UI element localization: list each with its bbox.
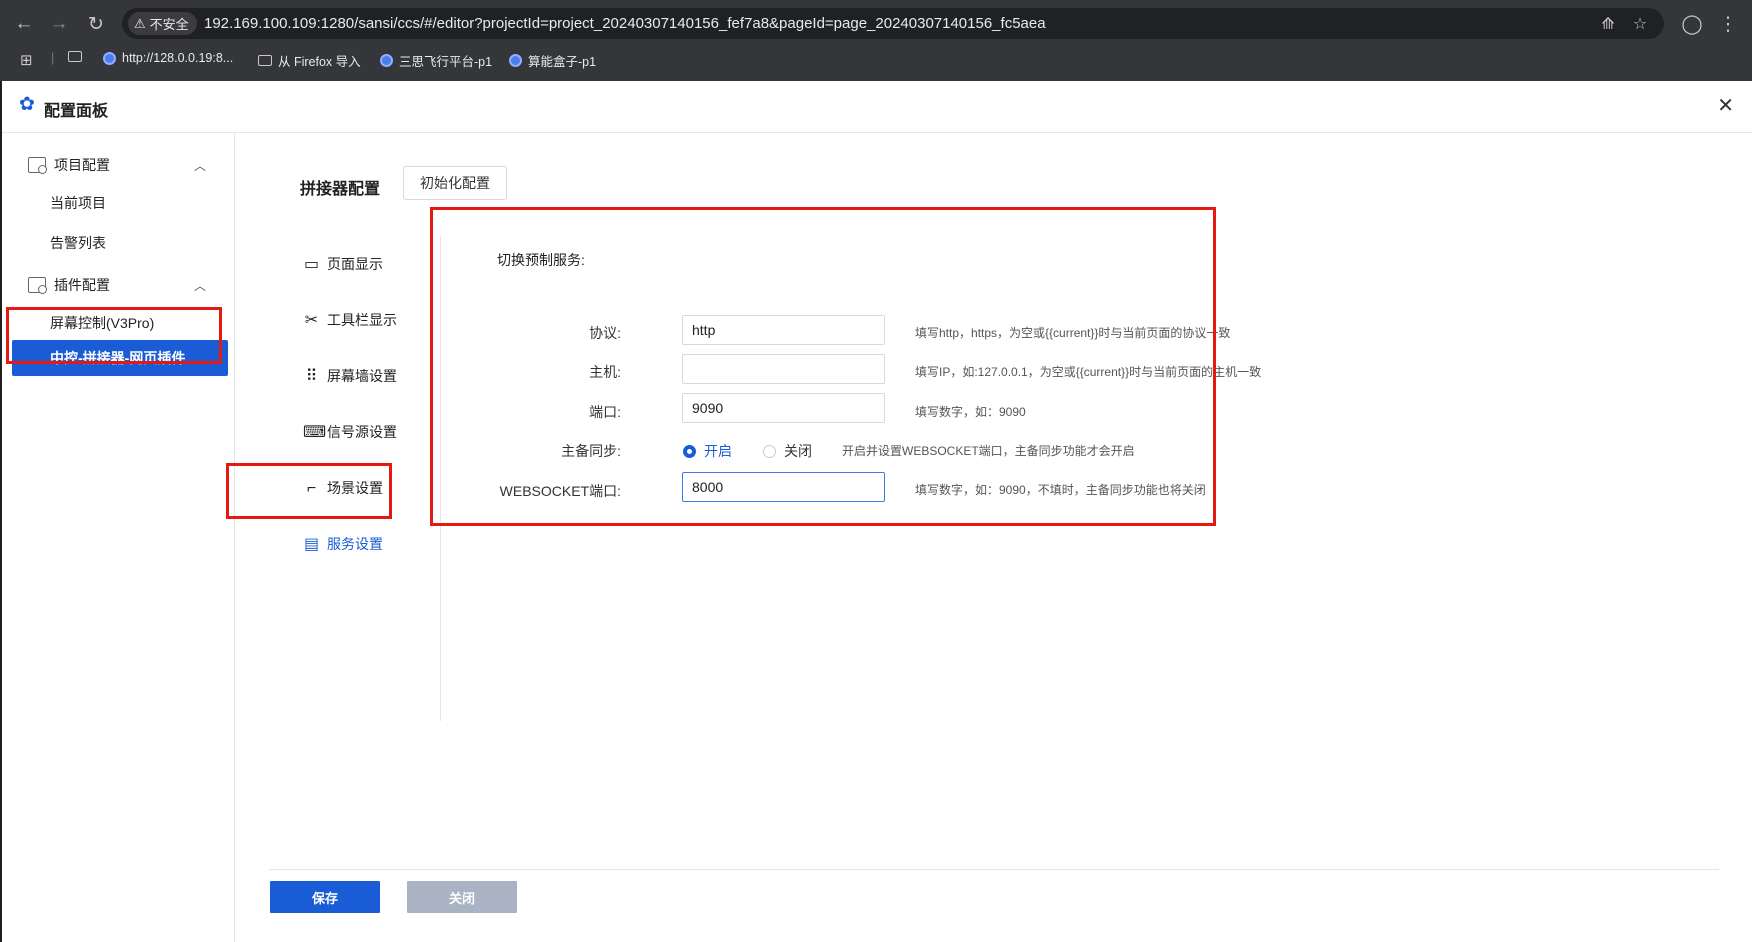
footer-divider [269, 869, 1719, 870]
sync-on-radio[interactable]: 开启 [683, 441, 732, 461]
sidebar: 项目配置 ︿ 当前项目 告警列表 插件配置 ︿ 屏幕控制(V3Pro) 中控-拼… [2, 133, 235, 942]
port-label: 端口: [589, 404, 621, 420]
config-dialog: ✿ 配置面板 ✕ 项目配置 ︿ 当前项目 告警列表 插件配置 ︿ 屏幕控制(V3… [2, 81, 1752, 942]
tools-icon: ✂ [304, 311, 319, 329]
close-icon[interactable]: ✕ [1717, 93, 1734, 118]
websocket-hint: 填写数字，如：9090，不填时，主备同步功能也将关闭 [915, 483, 1206, 497]
main-panel: 拼接器配置 初始化配置 ▭ 页面显示 ✂ 工具栏显示 ⠿ 屏幕墙设置 ⌨ 信号源… [235, 133, 1752, 942]
protocol-input[interactable] [682, 315, 885, 345]
section-title: 拼接器配置 [300, 181, 381, 198]
websocket-label: WEBSOCKET端口: [499, 483, 621, 499]
monitor-icon: ▭ [303, 255, 320, 273]
dialog-title: 配置面板 [44, 103, 109, 120]
folder-icon [258, 55, 272, 66]
tab-scene[interactable]: ⌐ 场景设置 [303, 478, 383, 498]
tab-signal-source[interactable]: ⌨ 信号源设置 [303, 422, 397, 442]
settings-window-icon [28, 157, 47, 174]
sync-hint: 开启并设置WEBSOCKET端口，主备同步功能才会开启 [842, 444, 1135, 458]
form-heading: 切换预制服务: [497, 252, 585, 268]
server-icon: ▤ [303, 535, 320, 553]
host-hint: 填写IP，如:127.0.0.1，为空或{{current}}时与当前页面的主机… [915, 365, 1262, 379]
tab-toolbar-display[interactable]: ✂ 工具栏显示 [303, 310, 397, 330]
radio-checked-icon [683, 444, 696, 458]
protocol-label: 协议: [589, 325, 621, 341]
bookmark-separator: | [51, 51, 55, 65]
reload-icon[interactable]: ↻ [82, 10, 110, 38]
bookmark-3[interactable]: 三思飞行平台-p1 [380, 51, 492, 70]
host-label: 主机: [589, 364, 621, 380]
sidebar-group-project[interactable]: 项目配置 [28, 155, 110, 175]
browser-chrome: ← → ↻ ⚠ 不安全 192.169.100.109:1280/sansi/c… [0, 0, 1752, 81]
bookmark-folder-icon[interactable] [68, 51, 82, 62]
tab-service[interactable]: ▤ 服务设置 [303, 534, 383, 554]
websocket-port-input[interactable] [682, 472, 885, 502]
sidebar-group-label: 项目配置 [54, 157, 110, 173]
apps-grid-icon[interactable]: ⊞ [20, 51, 33, 69]
chevron-up-icon[interactable]: ︿ [194, 157, 206, 174]
host-input[interactable] [682, 354, 885, 384]
sync-label: 主备同步: [561, 443, 621, 459]
sidebar-item-current-project[interactable]: 当前项目 [50, 193, 106, 213]
forward-icon[interactable]: → [45, 10, 73, 38]
translate-icon[interactable]: ⟰ [1596, 12, 1620, 36]
sidebar-group-label: 插件配置 [54, 277, 110, 293]
divider [440, 236, 441, 721]
sidebar-item-splicer-plugin[interactable]: 中控-拼接器-网页插件 [12, 340, 228, 376]
port-input[interactable] [682, 393, 885, 423]
settings-window-icon [28, 277, 47, 294]
back-icon[interactable]: ← [10, 10, 38, 38]
globe-icon [509, 54, 522, 67]
gear-icon: ✿ [19, 94, 35, 115]
globe-icon [380, 54, 393, 67]
close-button[interactable]: 关闭 [407, 881, 517, 913]
init-config-button[interactable]: 初始化配置 [403, 166, 507, 200]
insecure-label: 不安全 [149, 17, 189, 32]
profile-icon[interactable]: ◯ [1678, 10, 1706, 38]
bookmark-1[interactable]: http://128.0.0.19:8... [103, 51, 233, 65]
star-icon[interactable]: ☆ [1628, 12, 1652, 36]
dialog-header: ✿ 配置面板 ✕ [2, 81, 1752, 133]
sidebar-item-alarm-list[interactable]: 告警列表 [50, 233, 106, 253]
globe-icon [103, 51, 116, 65]
sidebar-item-screen-control[interactable]: 屏幕控制(V3Pro) [50, 313, 154, 333]
bookmark-2[interactable]: 从 Firefox 导入 [258, 51, 361, 70]
bookmarks-bar: ⊞ | http://128.0.0.19:8... 从 Firefox 导入 … [0, 48, 1752, 74]
tab-screen-wall[interactable]: ⠿ 屏幕墙设置 [303, 366, 397, 386]
port-hint: 填写数字，如：9090 [915, 405, 1026, 419]
sidebar-group-plugin[interactable]: 插件配置 [28, 275, 110, 295]
insecure-badge[interactable]: ⚠ 不安全 [128, 12, 197, 35]
address-bar[interactable]: ⚠ 不安全 192.169.100.109:1280/sansi/ccs/#/e… [122, 8, 1664, 39]
menu-kebab-icon[interactable]: ⋮ [1714, 10, 1742, 38]
radio-unchecked-icon [763, 444, 776, 458]
url-text[interactable]: 192.169.100.109:1280/sansi/ccs/#/editor?… [204, 15, 1046, 32]
protocol-hint: 填写http，https，为空或{{current}}时与当前页面的协议一致 [915, 326, 1231, 340]
grid-dots-icon: ⠿ [305, 367, 318, 385]
tab-page-display[interactable]: ▭ 页面显示 [303, 254, 383, 274]
keyboard-icon: ⌨ [303, 423, 327, 441]
sync-off-radio[interactable]: 关闭 [763, 441, 812, 461]
save-button[interactable]: 保存 [270, 881, 380, 913]
bookmark-4[interactable]: 算能盒子-p1 [509, 51, 596, 70]
chevron-up-icon[interactable]: ︿ [194, 277, 206, 294]
warning-icon: ⚠ [134, 15, 146, 31]
clapper-icon: ⌐ [306, 479, 317, 497]
